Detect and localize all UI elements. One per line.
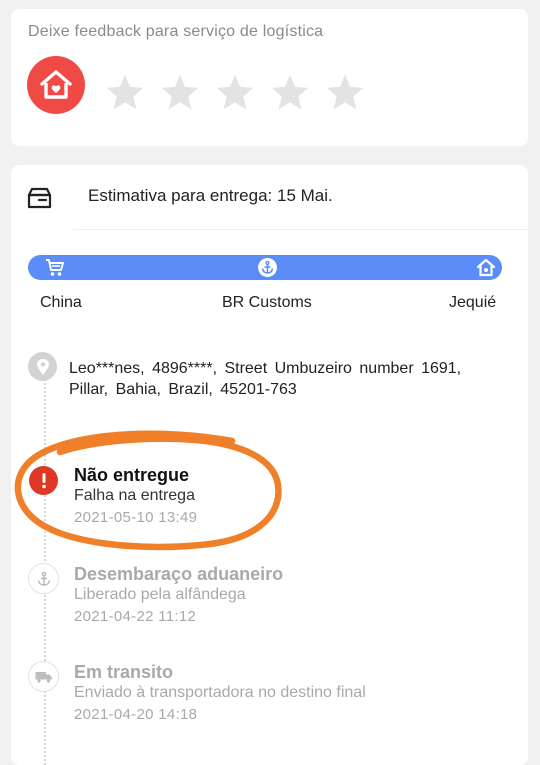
route-destination: Jequié [449, 294, 497, 311]
star-1-icon[interactable] [105, 73, 145, 111]
route-customs: BR Customs [222, 294, 312, 311]
home-icon [476, 258, 496, 277]
feedback-card: Deixe feedback para serviço de logística [11, 9, 528, 146]
event-time: 2021-05-10 13:49 [74, 509, 198, 526]
route-origin: China [40, 294, 82, 311]
star-4-icon[interactable] [270, 73, 310, 111]
event-time: 2021-04-22 11:12 [74, 608, 197, 625]
delivery-address: Leo***nes, 4896****, Street Umbuzeiro nu… [69, 360, 462, 398]
event-subtitle: Enviado à transportadora no destino fina… [74, 684, 366, 701]
feedback-title: Deixe feedback para serviço de logística [28, 23, 324, 40]
location-pin-icon [28, 352, 57, 381]
truck-icon [28, 661, 59, 692]
event-subtitle: Falha na entrega [74, 487, 195, 504]
delivery-estimate: Estimativa para entrega: 15 Mai. [88, 186, 333, 205]
anchor-customs-icon [258, 258, 277, 277]
route-progress-bar [28, 255, 502, 280]
alert-icon [29, 466, 58, 495]
event-subtitle: Liberado pela alfândega [74, 586, 246, 603]
star-2-icon[interactable] [160, 73, 200, 111]
divider [73, 229, 528, 230]
star-3-icon[interactable] [215, 73, 255, 111]
anchor-icon [28, 563, 59, 594]
event-title: Em transito [74, 662, 174, 682]
star-5-icon[interactable] [325, 73, 365, 111]
cart-icon [46, 259, 64, 276]
tracking-card: Estimativa para entrega: 15 Mai. China B… [11, 165, 528, 765]
delivery-estimate-row: Estimativa para entrega: 15 Mai. [11, 165, 528, 229]
house-heart-icon [27, 56, 85, 114]
event-time: 2021-04-20 14:18 [74, 706, 198, 723]
delivery-box-icon [27, 187, 52, 209]
rating-stars[interactable] [105, 73, 380, 111]
event-title: Desembaraço aduaneiro [74, 564, 284, 584]
event-title: Não entregue [74, 465, 190, 485]
